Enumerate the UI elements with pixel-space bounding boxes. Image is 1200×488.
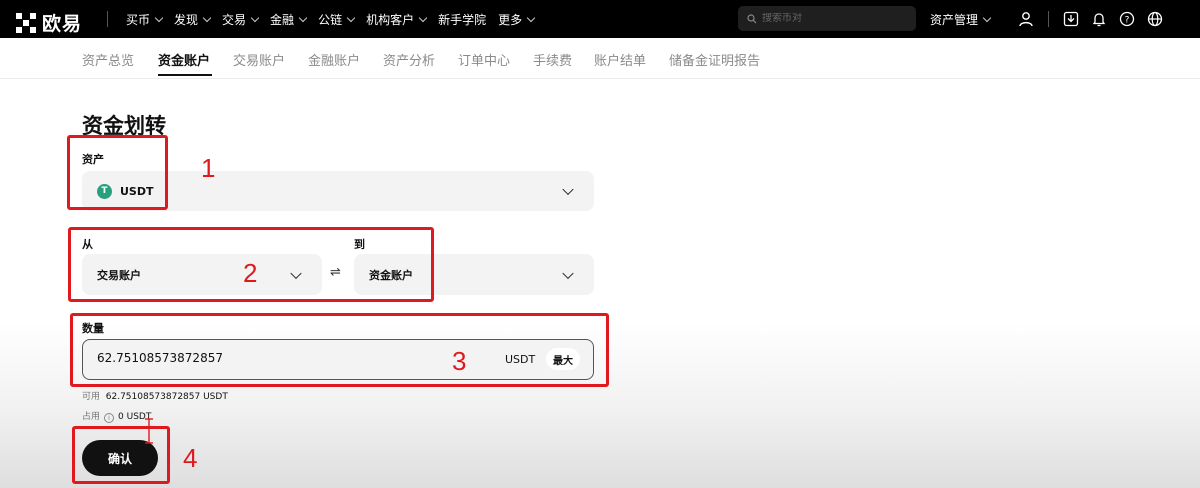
annotation-box-4 <box>72 426 170 484</box>
occupied-balance: 占用 i 0 USDT <box>82 409 151 423</box>
tab-funding-account[interactable]: 资金账户 <box>158 50 210 69</box>
tab-assets-overview[interactable]: 资产总览 <box>82 50 134 69</box>
chevron-down-icon <box>562 267 574 279</box>
annotation-number-1: 1 <box>201 153 216 183</box>
active-tab-underline <box>158 74 212 76</box>
chevron-down-icon <box>154 13 164 22</box>
chevron-down-icon <box>526 13 536 22</box>
nav-divider <box>107 11 108 27</box>
chevron-down-icon <box>298 13 308 22</box>
info-icon[interactable]: i <box>104 413 115 423</box>
okx-logo-icon <box>16 12 36 33</box>
nav-trade[interactable]: 交易 <box>222 11 260 28</box>
search-input[interactable] <box>762 13 902 24</box>
annotation-number-4: 4 <box>183 443 198 473</box>
nav-finance[interactable]: 金融 <box>270 11 308 28</box>
nav-label: 更多 <box>498 12 523 27</box>
nav-label: 金融 <box>270 12 295 27</box>
nav-label: 买币 <box>126 12 151 27</box>
nav-more[interactable]: 更多 <box>498 11 536 28</box>
nav-buy-crypto[interactable]: 买币 <box>126 11 164 28</box>
bell-icon[interactable] <box>1089 9 1109 29</box>
chevron-down-icon <box>982 13 992 22</box>
globe-icon[interactable] <box>1145 9 1165 29</box>
user-icon[interactable] <box>1016 9 1036 29</box>
search-box[interactable] <box>738 6 916 31</box>
chevron-down-icon <box>346 13 356 22</box>
nav-chain[interactable]: 公链 <box>318 11 356 28</box>
main-nav: 买币 发现 交易 金融 公链 机构客户 新手学院 更多 <box>126 0 536 38</box>
search-icon <box>747 13 757 23</box>
annotation-box-1 <box>67 135 168 210</box>
download-icon[interactable] <box>1061 9 1081 29</box>
available-balance: 可用 62.75108573872857 USDT <box>82 389 228 402</box>
available-label: 可用 <box>82 392 101 402</box>
nav-label: 发现 <box>174 12 199 27</box>
logo-text: 欧易 <box>42 13 83 35</box>
top-navbar: 欧易 买币 发现 交易 金融 公链 机构客户 新手学院 更多 资产管理 ? <box>0 0 1200 38</box>
annotation-box-3 <box>70 313 609 387</box>
annotation-number-3: 3 <box>452 346 467 376</box>
chevron-down-icon <box>202 13 212 22</box>
tab-proof-of-reserves[interactable]: 储备金证明报告 <box>669 50 760 69</box>
tab-statements[interactable]: 账户结单 <box>594 50 646 69</box>
nav-label: 交易 <box>222 12 247 27</box>
asset-management-menu[interactable]: 资产管理 <box>930 0 992 38</box>
tab-finance-account[interactable]: 金融账户 <box>308 50 360 69</box>
asset-management-label: 资产管理 <box>930 12 979 27</box>
nav-label: 公链 <box>318 12 343 27</box>
tab-asset-analysis[interactable]: 资产分析 <box>383 50 435 69</box>
icon-divider <box>1048 11 1049 27</box>
tab-trading-account[interactable]: 交易账户 <box>233 50 285 69</box>
occupied-label: 占用 <box>82 412 101 422</box>
chevron-down-icon <box>250 13 260 22</box>
annotation-number-2: 2 <box>243 258 258 288</box>
nav-label: 新手学院 <box>438 12 487 27</box>
top-icons: ? <box>1016 0 1165 38</box>
chevron-down-icon <box>418 13 428 22</box>
chevron-down-icon <box>562 183 574 196</box>
tab-order-center[interactable]: 订单中心 <box>458 50 510 69</box>
logo[interactable]: 欧易 <box>16 9 82 36</box>
svg-text:?: ? <box>1125 15 1130 25</box>
help-icon[interactable]: ? <box>1117 9 1137 29</box>
tab-fees[interactable]: 手续费 <box>533 50 572 69</box>
nav-academy[interactable]: 新手学院 <box>438 11 486 28</box>
nav-label: 机构客户 <box>366 12 415 27</box>
available-value: 62.75108573872857 USDT <box>105 392 228 402</box>
account-subnav: 资产总览 资金账户 交易账户 金融账户 资产分析 订单中心 手续费 账户结单 储… <box>0 38 1200 79</box>
nav-institutional[interactable]: 机构客户 <box>366 11 428 28</box>
nav-discover[interactable]: 发现 <box>174 11 212 28</box>
